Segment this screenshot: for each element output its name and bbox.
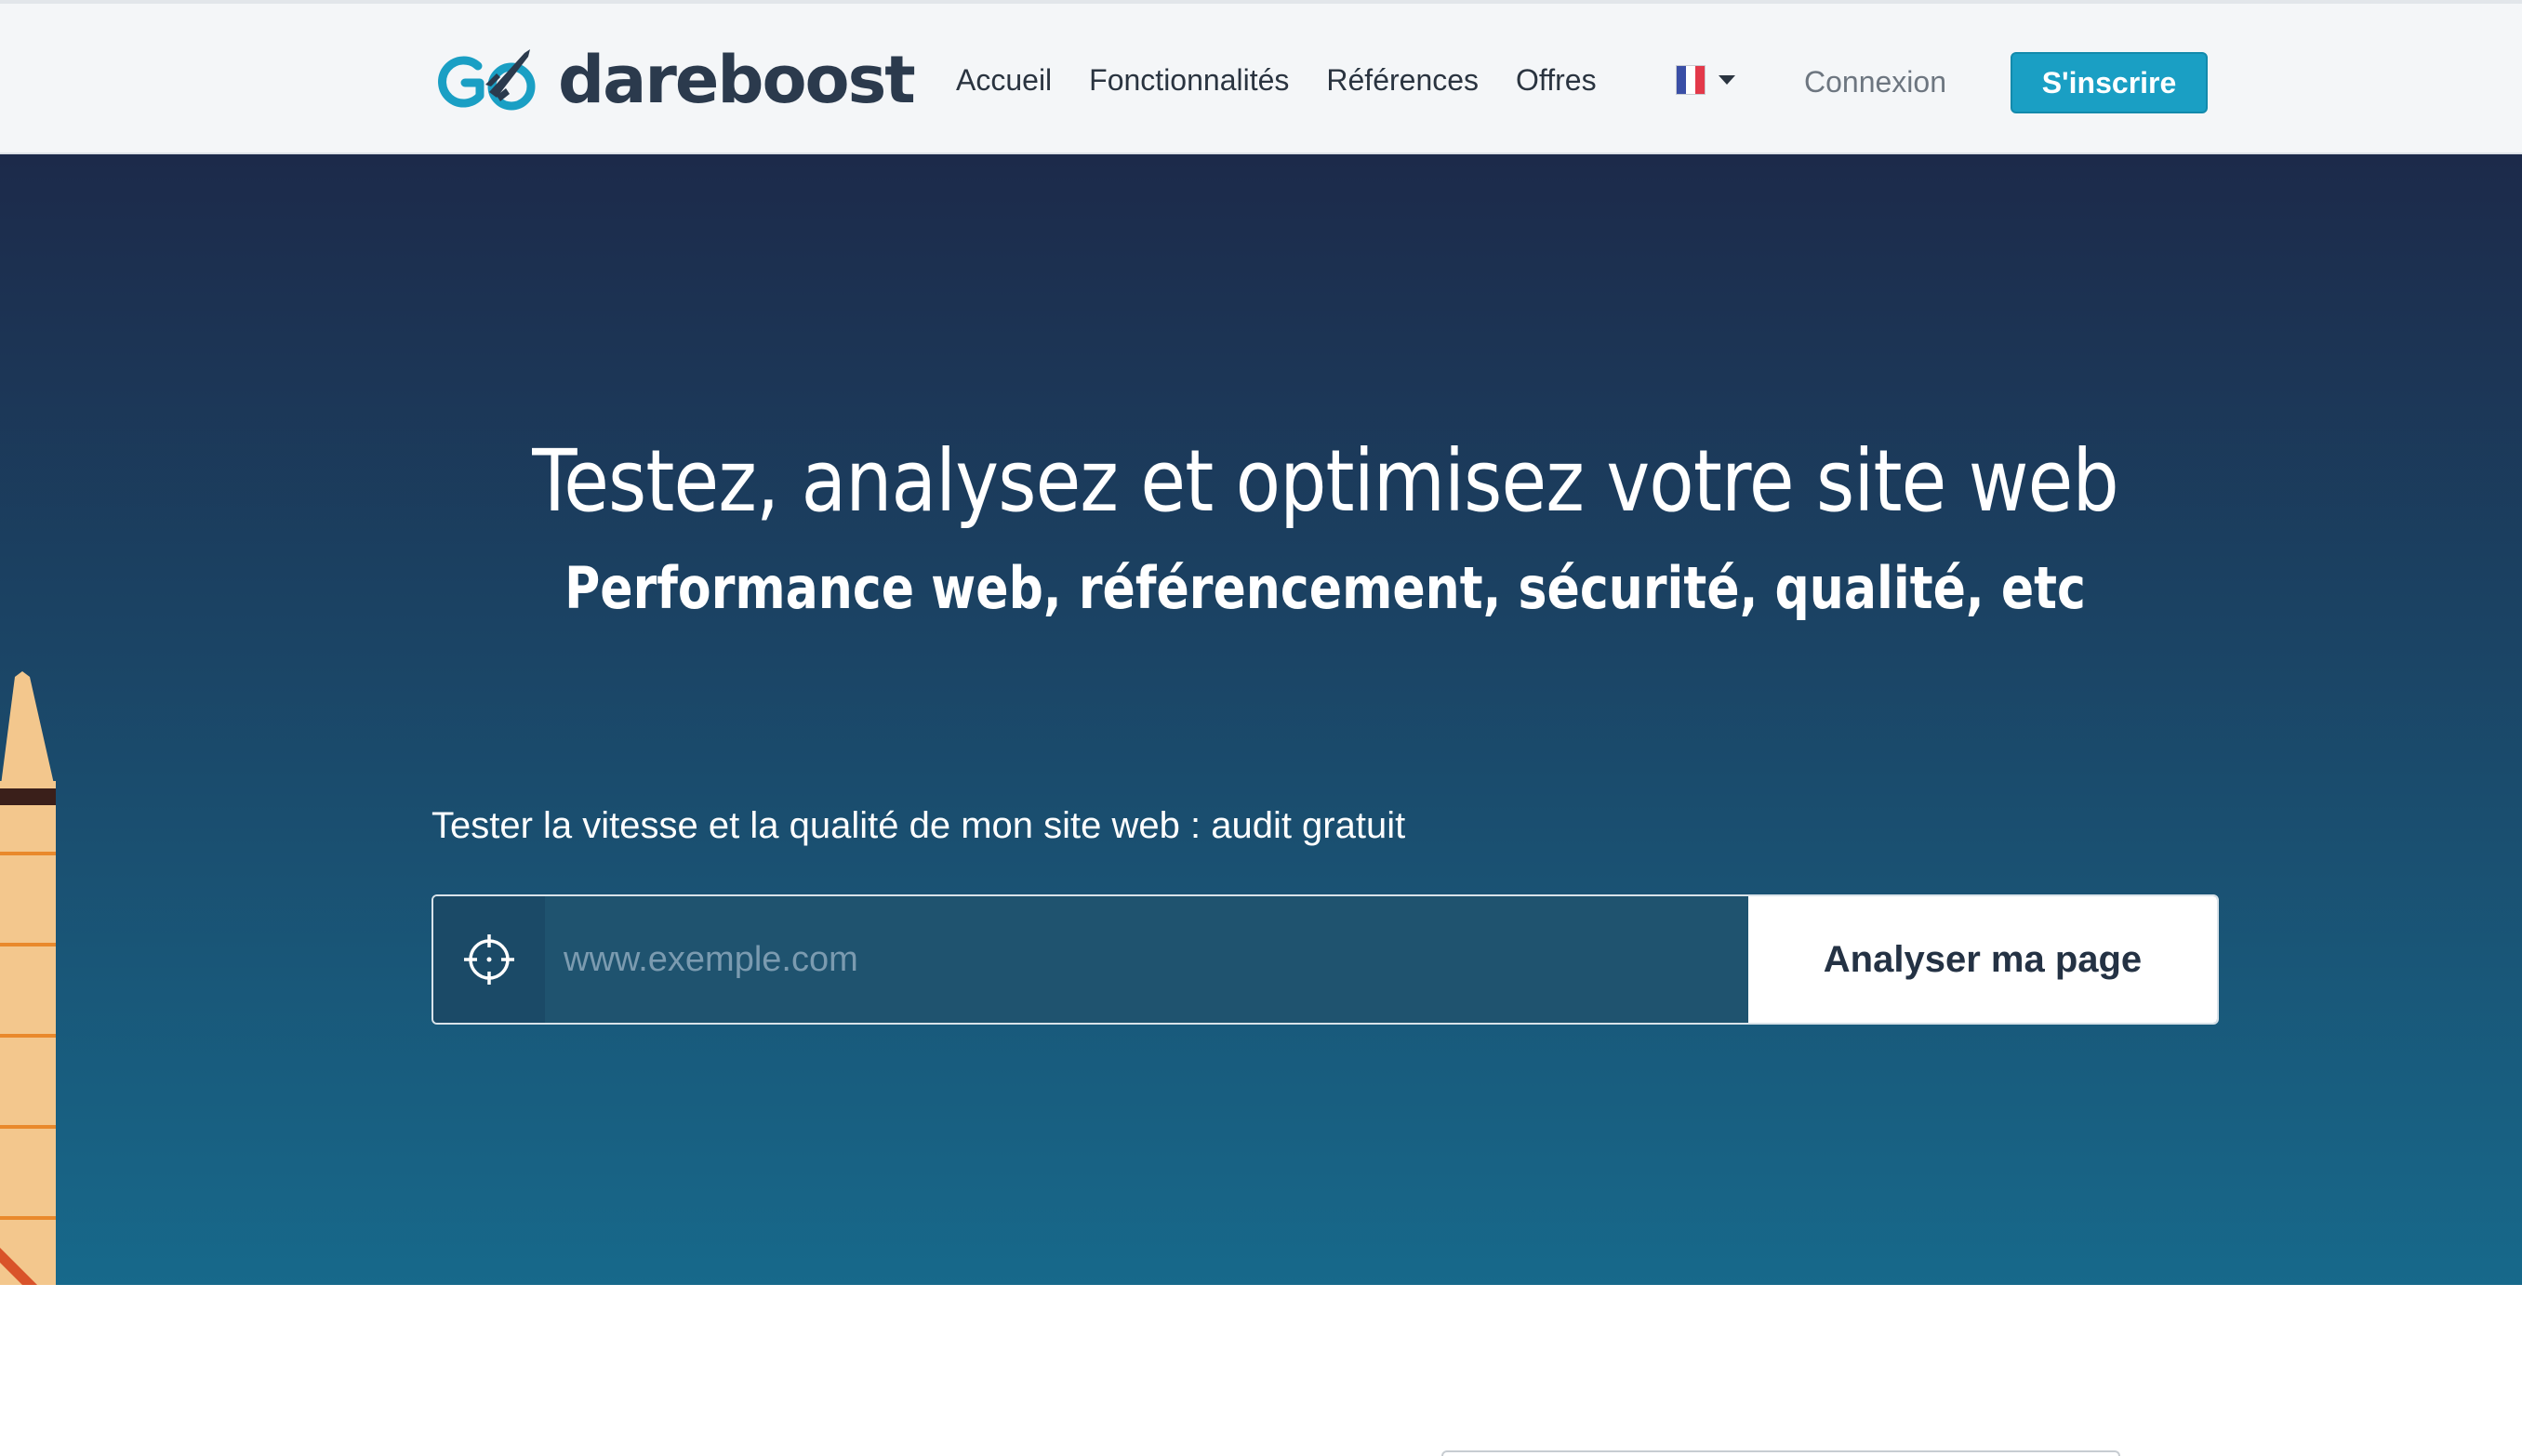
language-selector[interactable] bbox=[1676, 65, 1735, 95]
main-nav: Accueil Fonctionnalités Références Offre… bbox=[956, 63, 1634, 98]
target-icon-box bbox=[433, 896, 545, 1023]
nav-item-accueil[interactable]: Accueil bbox=[956, 63, 1052, 98]
chevron-down-icon bbox=[1719, 75, 1735, 85]
rocket-illustration bbox=[0, 671, 56, 1285]
audit-form-label: Tester la vitesse et la qualité de mon s… bbox=[431, 805, 1406, 846]
dareboost-logo[interactable]: dareboost bbox=[435, 41, 916, 119]
top-navigation-bar: dareboost Accueil Fonctionnalités Référe… bbox=[0, 0, 2522, 154]
hero-title: Testez, analysez et optimisez votre site… bbox=[532, 431, 2118, 531]
login-link[interactable]: Connexion bbox=[1804, 65, 1946, 99]
signup-button[interactable]: S'inscrire bbox=[2011, 52, 2208, 113]
dareboost-rocket-logo-icon bbox=[438, 49, 536, 111]
french-flag-icon bbox=[1676, 65, 1706, 95]
crosshair-target-icon bbox=[464, 934, 514, 985]
hero-section: Testez, analysez et optimisez votre site… bbox=[0, 154, 2522, 1285]
audit-form: Analyser ma page bbox=[431, 894, 2219, 1025]
nav-item-fonctionnalites[interactable]: Fonctionnalités bbox=[1089, 63, 1289, 98]
nav-item-offres[interactable]: Offres bbox=[1516, 63, 1597, 98]
below-fold-card-edge bbox=[1441, 1450, 2120, 1456]
hero-subtitle: Performance web, référencement, sécurité… bbox=[564, 554, 2086, 622]
nav-item-references[interactable]: Références bbox=[1326, 63, 1479, 98]
brand-name: dareboost bbox=[558, 42, 916, 118]
analyze-page-button[interactable]: Analyser ma page bbox=[1748, 896, 2217, 1023]
url-input[interactable] bbox=[545, 896, 1748, 1023]
